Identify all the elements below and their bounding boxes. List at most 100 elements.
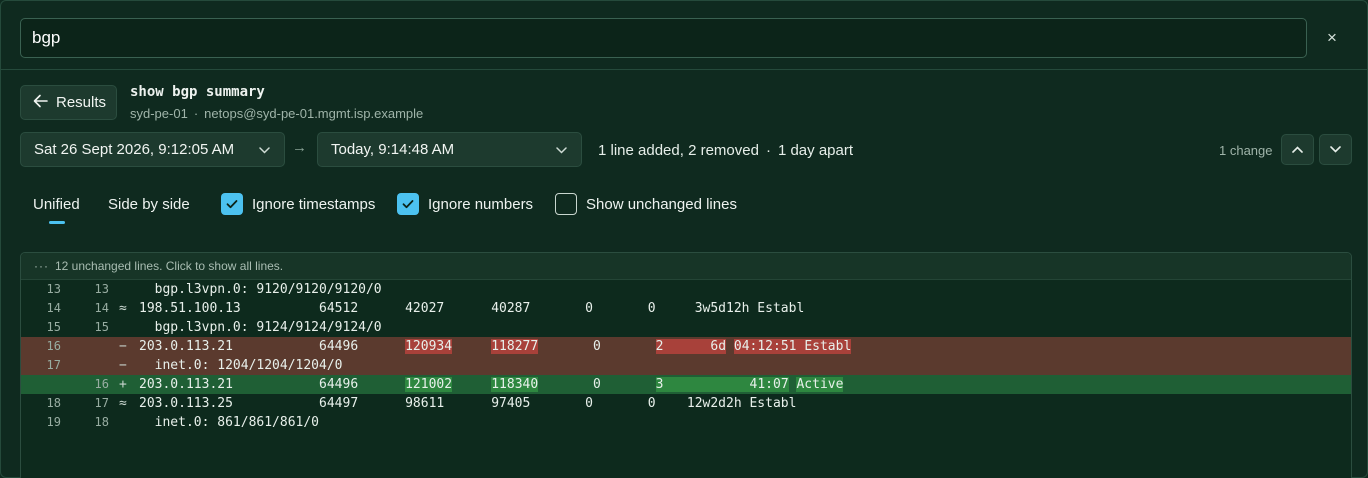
show-unchanged-checkbox[interactable]: Show unchanged lines <box>555 193 737 215</box>
diff-line: 19 18 inet.0: 861/861/861/0 <box>21 413 1351 432</box>
next-change-button[interactable] <box>1319 134 1352 165</box>
line-content: 203.0.113.21 64496 120934 118277 0 2 6d … <box>139 337 852 356</box>
line-content: 203.0.113.21 64496 121002 118340 0 3 41:… <box>139 375 844 394</box>
summary-separator: · <box>765 142 771 159</box>
line-text: 203.0.113.25 64497 98611 97405 0 0 12w2d… <box>139 396 797 411</box>
command-meta: syd-pe-01 · netops@syd-pe-01.mgmt.isp.exam… <box>130 106 423 121</box>
back-button-label: Results <box>56 94 107 111</box>
show-unchanged-label: Show unchanged lines <box>586 195 737 213</box>
from-snapshot-value: Sat 26 Sept 2026, 9:12:05 AM <box>34 141 235 158</box>
tab-side-by-side[interactable]: Side by side <box>108 196 190 213</box>
changed-token: 121002 <box>405 377 453 392</box>
changed-token: 120934 <box>405 339 453 354</box>
diff-line: 15 15 bgp.l3vpn.0: 9124/9124/9124/0 <box>21 318 1351 337</box>
ignore-numbers-label: Ignore numbers <box>428 195 534 213</box>
line-text: 198.51.100.13 64512 42027 40287 0 0 3w5d… <box>139 301 805 316</box>
previous-change-button[interactable] <box>1281 134 1314 165</box>
collapsed-lines-label: 12 unchanged lines. Click to show all li… <box>55 259 284 273</box>
diff-marker: − <box>119 339 127 354</box>
changed-token: 2 6d <box>655 339 727 354</box>
checkbox-unchecked-icon <box>555 193 577 215</box>
changed-token: 3 41:07 <box>655 377 789 392</box>
checkbox-checked-icon <box>221 193 243 215</box>
line-text: inet.0: 1204/1204/1204/0 <box>139 358 343 373</box>
ignore-numbers-checkbox[interactable]: Ignore numbers <box>397 193 533 215</box>
search-bar: × <box>1 1 1367 70</box>
old-line-number: 18 <box>46 396 61 410</box>
line-text: 203.0.113.21 64496 <box>139 339 406 354</box>
line-text: bgp.l3vpn.0: 9120/9120/9120/0 <box>139 282 382 297</box>
line-content: 203.0.113.25 64497 98611 97405 0 0 12w2d… <box>139 394 796 413</box>
diff-marker: + <box>119 377 127 392</box>
old-line-number: 16 <box>46 339 61 353</box>
old-line-number: 15 <box>46 320 61 334</box>
old-line-number: 19 <box>46 415 61 429</box>
line-content: 198.51.100.13 64512 42027 40287 0 0 3w5d… <box>139 299 804 318</box>
diff-view: ··· 12 unchanged lines. Click to show all… <box>20 252 1352 478</box>
diff-summary-changes: 1 line added, 2 removed <box>598 142 759 159</box>
connection-string: netops@syd-pe-01.mgmt.isp.example <box>204 106 424 121</box>
diff-line-removed: 16 −203.0.113.21 64496 120934 118277 0 2 … <box>21 337 1351 356</box>
line-content: inet.0: 1204/1204/1204/0 <box>139 356 343 375</box>
diff-line: 18 17 ≈203.0.113.25 64497 98611 97405 0 0 … <box>21 394 1351 413</box>
chevron-up-icon <box>1292 146 1303 153</box>
line-text: 0 <box>538 339 656 354</box>
diff-dialog: × Results show bgp summary syd-pe-01 · net… <box>0 0 1368 478</box>
close-icon[interactable]: × <box>1321 27 1343 49</box>
line-text: 203.0.113.21 64496 <box>139 377 406 392</box>
chevron-down-icon <box>556 143 567 157</box>
to-snapshot-value: Today, 9:14:48 AM <box>331 141 455 158</box>
line-content: bgp.l3vpn.0: 9124/9124/9124/0 <box>139 318 382 337</box>
line-text: bgp.l3vpn.0: 9124/9124/9124/0 <box>139 320 382 335</box>
diff-marker: − <box>119 358 127 373</box>
ignore-timestamps-label: Ignore timestamps <box>252 195 376 213</box>
device-name: syd-pe-01 <box>130 106 188 121</box>
changed-token: 118277 <box>491 339 539 354</box>
chevron-down-icon <box>259 143 270 157</box>
diff-line-added: 16 +203.0.113.21 64496 121002 118340 0 3 … <box>21 375 1351 394</box>
old-line-number: 13 <box>46 282 61 296</box>
old-line-number: 14 <box>46 301 61 315</box>
diff-marker: ≈ <box>119 301 127 316</box>
ellipsis-icon: ··· <box>34 259 49 273</box>
diff-summary-age: 1 day apart <box>777 142 854 159</box>
diff-summary: 1 line added, 2 removed · 1 day apart <box>598 142 853 159</box>
from-snapshot-select[interactable]: Sat 26 Sept 2026, 9:12:05 AM <box>20 132 285 167</box>
new-line-number: 18 <box>94 415 109 429</box>
line-text <box>452 377 491 392</box>
changed-token: 04:12:51 Establ <box>733 339 852 354</box>
ignore-timestamps-checkbox[interactable]: Ignore timestamps <box>221 193 375 215</box>
diff-line: 13 13 bgp.l3vpn.0: 9120/9120/9120/0 <box>21 280 1351 299</box>
diff-line-removed: 17 − inet.0: 1204/1204/1204/0 <box>21 356 1351 375</box>
new-line-number: 17 <box>94 396 109 410</box>
meta-separator: · <box>193 106 199 121</box>
collapsed-lines-bar[interactable]: ··· 12 unchanged lines. Click to show all… <box>21 253 1351 280</box>
new-line-number: 15 <box>94 320 109 334</box>
line-text: inet.0: 861/861/861/0 <box>139 415 320 430</box>
changed-token: Active <box>796 377 844 392</box>
line-content: bgp.l3vpn.0: 9120/9120/9120/0 <box>139 280 382 299</box>
new-line-number: 16 <box>94 377 109 391</box>
new-line-number: 14 <box>94 301 109 315</box>
line-text <box>726 339 734 354</box>
active-tab-indicator <box>49 221 65 224</box>
checkbox-checked-icon <box>397 193 419 215</box>
new-line-number: 13 <box>94 282 109 296</box>
change-count: 1 change <box>1219 143 1273 158</box>
tab-unified[interactable]: Unified <box>33 196 80 213</box>
diff-line: 14 14 ≈198.51.100.13 64512 42027 40287 0 0… <box>21 299 1351 318</box>
changed-token: 118340 <box>491 377 539 392</box>
chevron-down-icon <box>1330 146 1341 153</box>
diff-lines: 13 13 bgp.l3vpn.0: 9120/9120/9120/0 14 14 ≈1… <box>21 280 1351 432</box>
to-snapshot-select[interactable]: Today, 9:14:48 AM <box>317 132 582 167</box>
command-title: show bgp summary <box>130 84 265 100</box>
line-content: inet.0: 861/861/861/0 <box>139 413 319 432</box>
search-input[interactable] <box>20 18 1307 58</box>
back-to-results-button[interactable]: Results <box>20 85 117 120</box>
line-text: 0 <box>538 377 656 392</box>
arrow-right-icon: → <box>292 139 307 156</box>
old-line-number: 17 <box>46 358 61 372</box>
line-text <box>452 339 491 354</box>
diff-marker: ≈ <box>119 396 127 411</box>
arrow-left-icon <box>33 94 48 112</box>
